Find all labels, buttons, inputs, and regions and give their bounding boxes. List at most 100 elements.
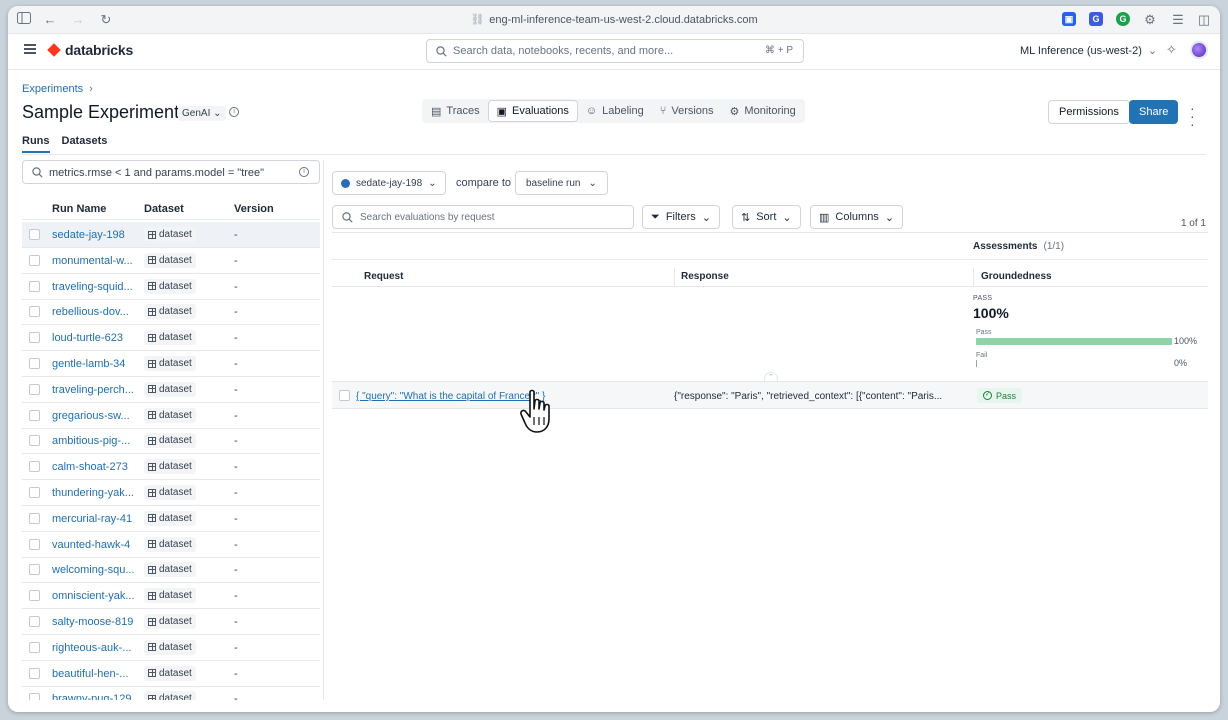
run-row[interactable]: sedate-jay-198 dataset - bbox=[22, 222, 320, 248]
run-row[interactable]: traveling-perch... dataset - bbox=[22, 377, 320, 403]
run-name-link[interactable]: monumental-w... bbox=[52, 255, 134, 267]
run-checkbox[interactable] bbox=[29, 306, 40, 318]
run-checkbox[interactable] bbox=[29, 667, 40, 679]
evaluation-row[interactable]: { "query": "What is the capital of Franc… bbox=[332, 381, 1208, 409]
dataset-badge[interactable]: dataset bbox=[144, 562, 196, 578]
run-row[interactable]: monumental-w... dataset - bbox=[22, 248, 320, 274]
dataset-badge[interactable]: dataset bbox=[144, 588, 196, 604]
run-row[interactable]: gentle-lamb-34 dataset - bbox=[22, 351, 320, 377]
dataset-badge[interactable]: dataset bbox=[144, 433, 196, 449]
run-checkbox[interactable] bbox=[29, 229, 40, 240]
run-name-link[interactable]: thundering-yak... bbox=[52, 487, 134, 499]
run-row[interactable]: ambitious-pig-... dataset - bbox=[22, 428, 320, 455]
run-checkbox[interactable] bbox=[29, 512, 40, 524]
run-name-link[interactable]: calm-shoat-273 bbox=[52, 461, 134, 473]
filters-button[interactable]: ⏷ Filters ⌄ bbox=[642, 205, 720, 229]
genai-badge[interactable]: GenAI ⌄ bbox=[178, 106, 226, 121]
run-row[interactable]: traveling-squid... dataset - bbox=[22, 274, 320, 300]
run-row[interactable]: thundering-yak... dataset - bbox=[22, 480, 320, 506]
run-name-link[interactable]: rebellious-dov... bbox=[52, 306, 134, 318]
run-name-link[interactable]: gregarious-sw... bbox=[52, 410, 134, 422]
databricks-logo[interactable]: databricks bbox=[47, 42, 133, 58]
extension-1-icon[interactable]: ▣ bbox=[1062, 12, 1076, 26]
global-search-input[interactable]: Search data, notebooks, recents, and mor… bbox=[426, 39, 804, 63]
permissions-button[interactable]: Permissions bbox=[1048, 100, 1130, 124]
run-checkbox[interactable] bbox=[29, 332, 40, 344]
run-name-link[interactable]: traveling-perch... bbox=[52, 384, 134, 396]
address-bar[interactable]: ⛓ eng-ml-inference-team-us-west-2.cloud.d… bbox=[8, 13, 1220, 26]
col-groundedness[interactable]: Groundedness bbox=[981, 271, 1052, 282]
run-name-link[interactable]: beautiful-hen-... bbox=[52, 668, 134, 680]
workspace-selector[interactable]: ML Inference (us-west-2) ⌄ bbox=[1020, 44, 1157, 57]
run-checkbox[interactable] bbox=[29, 435, 40, 447]
tab-traces[interactable]: ▤ Traces bbox=[423, 100, 488, 122]
run-row[interactable]: gregarious-sw... dataset - bbox=[22, 403, 320, 429]
run-name-link[interactable]: gentle-lamb-34 bbox=[52, 358, 134, 370]
dataset-badge[interactable]: dataset bbox=[144, 304, 196, 320]
row-checkbox[interactable] bbox=[339, 390, 350, 401]
extension-2-icon[interactable]: G bbox=[1089, 12, 1103, 26]
dataset-badge[interactable]: dataset bbox=[144, 330, 196, 346]
run-checkbox[interactable] bbox=[29, 254, 40, 266]
tab-monitoring[interactable]: ⚙ Monitoring bbox=[722, 100, 804, 122]
share-button[interactable]: Share bbox=[1129, 100, 1179, 124]
settings-gear-icon[interactable]: ⚙ bbox=[1142, 12, 1158, 28]
tab-runs[interactable]: Runs bbox=[22, 135, 50, 153]
run-checkbox[interactable] bbox=[29, 641, 40, 653]
col-run-name[interactable]: Run Name bbox=[52, 203, 106, 215]
assistant-sparkle-icon[interactable]: ✧ bbox=[1166, 42, 1177, 58]
info-icon[interactable]: i bbox=[299, 167, 309, 177]
breadcrumb-experiments[interactable]: Experiments bbox=[22, 83, 83, 95]
reader-icon[interactable]: ☰ bbox=[1170, 12, 1186, 28]
run-name-link[interactable]: traveling-squid... bbox=[52, 281, 134, 293]
run-selector[interactable]: sedate-jay-198 ⌄ bbox=[332, 171, 446, 195]
more-options-icon[interactable]: · · · bbox=[1190, 101, 1195, 131]
breadcrumb[interactable]: Experiments › bbox=[22, 83, 93, 95]
run-name-link[interactable]: ambitious-pig-... bbox=[52, 435, 134, 447]
run-name-link[interactable]: righteous-auk-... bbox=[52, 642, 134, 654]
dataset-badge[interactable]: dataset bbox=[144, 407, 196, 423]
col-dataset[interactable]: Dataset bbox=[144, 203, 184, 215]
grammarly-icon[interactable]: G bbox=[1116, 12, 1130, 26]
dataset-badge[interactable]: dataset bbox=[144, 510, 196, 526]
run-row[interactable]: beautiful-hen-... dataset - bbox=[22, 661, 320, 687]
run-checkbox[interactable] bbox=[29, 409, 40, 421]
run-name-link[interactable]: brawny-pug-129 bbox=[52, 693, 134, 700]
dataset-badge[interactable]: dataset bbox=[144, 278, 196, 294]
tab-evaluations[interactable]: ▣ Evaluations bbox=[487, 100, 578, 122]
dataset-badge[interactable]: dataset bbox=[144, 252, 196, 268]
run-name-link[interactable]: omniscient-yak... bbox=[52, 590, 134, 602]
dataset-badge[interactable]: dataset bbox=[144, 536, 196, 552]
run-checkbox[interactable] bbox=[29, 487, 40, 498]
col-version[interactable]: Version bbox=[234, 203, 274, 215]
run-checkbox[interactable] bbox=[29, 590, 40, 602]
run-checkbox[interactable] bbox=[29, 383, 40, 395]
run-checkbox[interactable] bbox=[29, 461, 40, 473]
tab-versions[interactable]: ⑂ Versions bbox=[652, 100, 722, 122]
evaluation-search-input[interactable]: Search evaluations by request bbox=[332, 205, 634, 229]
run-checkbox[interactable] bbox=[29, 280, 40, 292]
column-resizer[interactable] bbox=[674, 268, 675, 286]
run-name-link[interactable]: salty-moose-819 bbox=[52, 616, 134, 628]
dataset-badge[interactable]: dataset bbox=[144, 614, 196, 629]
request-link[interactable]: { "query": "What is the capital of Franc… bbox=[356, 391, 545, 402]
baseline-run-selector[interactable]: baseline run ⌄ bbox=[515, 171, 608, 195]
run-row[interactable]: salty-moose-819 dataset - bbox=[22, 609, 320, 635]
run-checkbox[interactable] bbox=[29, 564, 40, 576]
run-checkbox[interactable] bbox=[29, 616, 40, 627]
split-view-icon[interactable]: ◫ bbox=[1196, 12, 1212, 28]
tab-datasets[interactable]: Datasets bbox=[62, 135, 108, 153]
user-avatar[interactable] bbox=[1190, 41, 1208, 59]
dataset-badge[interactable]: dataset bbox=[144, 356, 196, 371]
run-name-link[interactable]: mercurial-ray-41 bbox=[52, 513, 134, 525]
col-request[interactable]: Request bbox=[364, 271, 403, 282]
dataset-badge[interactable]: dataset bbox=[144, 485, 196, 500]
run-checkbox[interactable] bbox=[29, 358, 40, 369]
dataset-badge[interactable]: dataset bbox=[144, 227, 196, 242]
sort-button[interactable]: ⇅ Sort ⌄ bbox=[732, 205, 801, 229]
run-name-link[interactable]: vaunted-hawk-4 bbox=[52, 539, 134, 551]
run-row[interactable]: omniscient-yak... dataset - bbox=[22, 583, 320, 610]
dataset-badge[interactable]: dataset bbox=[144, 665, 196, 681]
run-row[interactable]: mercurial-ray-41 dataset - bbox=[22, 506, 320, 532]
run-row[interactable]: calm-shoat-273 dataset - bbox=[22, 454, 320, 481]
